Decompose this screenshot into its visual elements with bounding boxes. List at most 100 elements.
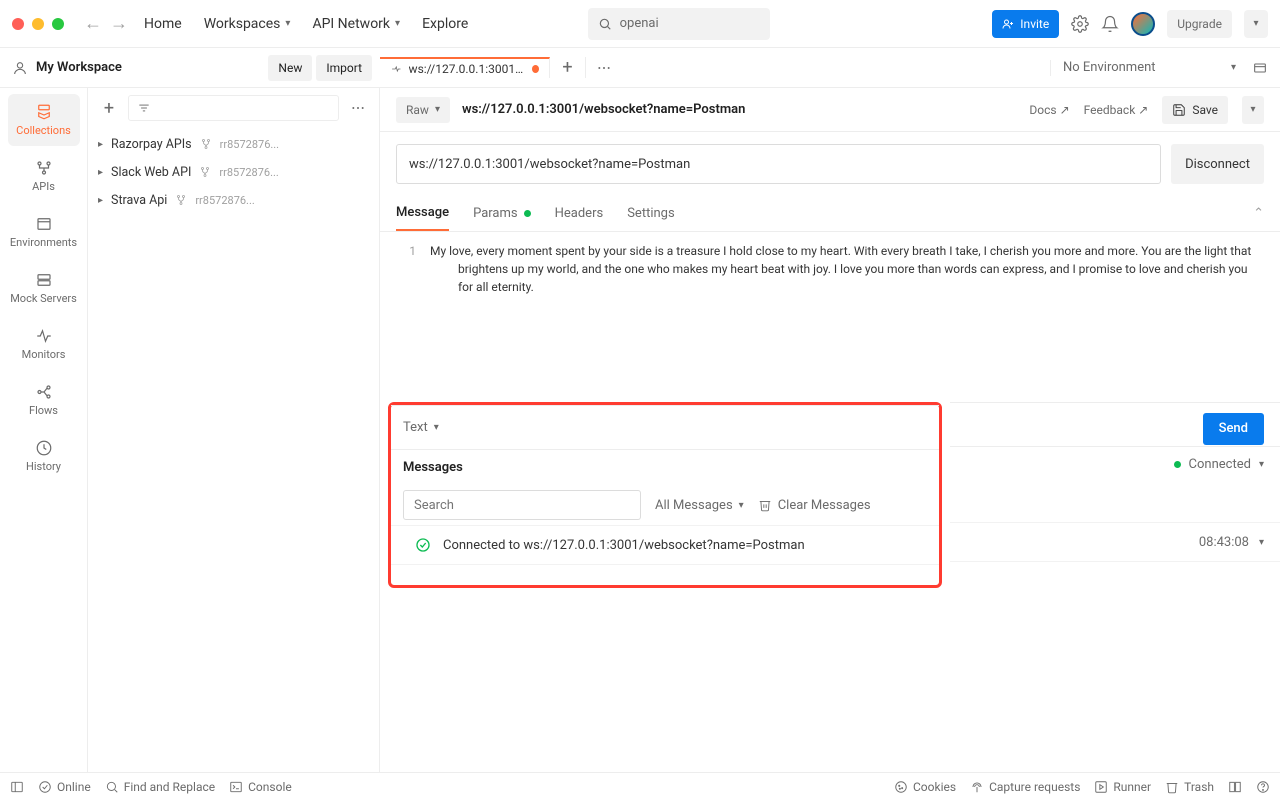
collections-options-button[interactable] — [345, 100, 371, 116]
fork-icon — [200, 138, 212, 150]
line-number: 1 — [396, 242, 426, 402]
sidebar-item-monitors[interactable]: Monitors — [0, 316, 87, 372]
invite-button[interactable]: Invite — [992, 10, 1059, 38]
environment-quicklook-icon[interactable] — [1252, 60, 1268, 76]
create-collection-button[interactable]: + — [96, 95, 122, 121]
new-button[interactable]: New — [268, 55, 312, 81]
filter-collections-input[interactable] — [128, 95, 339, 121]
global-search-input[interactable]: openai — [588, 8, 770, 40]
disconnect-button[interactable]: Disconnect — [1171, 144, 1264, 184]
messages-search-input[interactable] — [403, 490, 641, 520]
docs-link[interactable]: Docs ↗ — [1029, 103, 1069, 117]
tab-headers[interactable]: Headers — [555, 196, 604, 231]
history-icon — [35, 439, 53, 457]
upgrade-menu-button[interactable]: ▾ — [1244, 10, 1268, 38]
nav-home[interactable]: Home — [144, 16, 182, 32]
find-replace-button[interactable]: Find and Replace — [105, 780, 215, 794]
search-icon — [105, 780, 119, 794]
url-input[interactable] — [396, 144, 1161, 184]
chevron-down-icon[interactable]: ▾ — [1259, 537, 1264, 548]
save-button[interactable]: Save — [1162, 96, 1228, 124]
chevron-right-icon: ▸ — [98, 167, 103, 178]
environment-selector[interactable]: No Environment — [1063, 60, 1156, 75]
tab-message[interactable]: Message — [396, 196, 449, 231]
chevron-down-icon: ▾ — [395, 18, 400, 29]
chevron-down-icon: ▾ — [285, 18, 290, 29]
params-indicator-icon — [524, 210, 531, 217]
tab-settings[interactable]: Settings — [627, 196, 674, 231]
settings-icon[interactable] — [1071, 15, 1089, 33]
help-button[interactable] — [1256, 780, 1270, 794]
send-button[interactable]: Send — [1203, 413, 1264, 445]
save-menu-button[interactable]: ▾ — [1242, 96, 1264, 124]
online-status[interactable]: Online — [38, 780, 91, 794]
capture-requests-button[interactable]: Capture requests — [970, 780, 1080, 794]
maximize-window-icon[interactable] — [52, 18, 64, 30]
upgrade-button[interactable]: Upgrade — [1167, 10, 1232, 38]
cookies-button[interactable]: Cookies — [894, 780, 956, 794]
help-icon — [1256, 780, 1270, 794]
import-button[interactable]: Import — [316, 55, 372, 81]
collection-item[interactable]: ▸ Razorpay APIs rr8572876... — [88, 130, 379, 158]
feedback-link[interactable]: Feedback ↗ — [1084, 103, 1149, 117]
new-tab-button[interactable]: + — [550, 57, 586, 78]
nav-explore[interactable]: Explore — [422, 16, 468, 32]
sidebar-item-collections[interactable]: Collections — [0, 92, 87, 148]
tab-options-button[interactable] — [586, 57, 622, 78]
clear-messages-button[interactable]: Clear Messages — [758, 498, 871, 513]
sidebar-item-flows[interactable]: Flows — [0, 372, 87, 428]
trash-button[interactable]: Trash — [1165, 780, 1214, 794]
nav-back-icon[interactable]: ← — [84, 13, 102, 34]
messages-filter[interactable]: All Messages▾ — [655, 498, 744, 513]
nav-forward-icon[interactable]: → — [110, 13, 128, 34]
cookie-icon — [894, 780, 908, 794]
toggle-sidebar-button[interactable] — [10, 780, 24, 794]
request-tab[interactable]: ws://127.0.0.1:3001/wet — [380, 57, 550, 78]
message-editor[interactable]: 1 My love, every moment spent by your si… — [380, 232, 1280, 402]
chevron-down-icon: ▾ — [1231, 62, 1236, 73]
message-timestamp: 08:43:08 — [1199, 535, 1249, 550]
layout-toggle-button[interactable] — [1228, 780, 1242, 794]
message-log-row[interactable]: Connected to ws://127.0.0.1:3001/websock… — [391, 525, 939, 565]
notifications-icon[interactable] — [1101, 15, 1119, 33]
collection-item[interactable]: ▸ Slack Web API rr8572876... — [88, 158, 379, 186]
collection-item[interactable]: ▸ Strava Api rr8572876... — [88, 186, 379, 214]
sidebar-item-apis[interactable]: APIs — [0, 148, 87, 204]
panel-icon — [10, 780, 24, 794]
chevron-down-icon: ▾ — [435, 104, 440, 115]
more-icon — [350, 100, 366, 116]
collapse-pane-icon[interactable]: ⌃ — [1253, 206, 1264, 221]
chevron-down-icon: ▾ — [1250, 104, 1255, 115]
sidebar-item-mock-servers[interactable]: Mock Servers — [0, 260, 87, 316]
avatar[interactable] — [1131, 12, 1155, 36]
environments-icon — [35, 215, 53, 233]
sidebar-item-history[interactable]: History — [0, 428, 87, 484]
chevron-down-icon[interactable]: ▾ — [1259, 459, 1264, 470]
monitors-icon — [35, 327, 53, 345]
fork-icon — [199, 166, 211, 178]
save-icon — [1172, 103, 1186, 117]
workspace-name[interactable]: My Workspace — [12, 60, 122, 76]
more-icon — [596, 60, 612, 76]
flows-icon — [35, 383, 53, 401]
antenna-icon — [970, 780, 984, 794]
nav-api-network[interactable]: API Network▾ — [312, 16, 400, 32]
user-plus-icon — [1002, 18, 1014, 30]
minimize-window-icon[interactable] — [32, 18, 44, 30]
tab-params[interactable]: Params — [473, 196, 531, 231]
sidebar-item-environments[interactable]: Environments — [0, 204, 87, 260]
chevron-down-icon: ▾ — [739, 500, 744, 511]
fork-icon — [175, 194, 187, 206]
apis-icon — [35, 159, 53, 177]
runner-button[interactable]: Runner — [1094, 780, 1151, 794]
connected-indicator-icon — [1174, 461, 1181, 468]
success-icon — [415, 537, 431, 553]
filter-icon — [137, 101, 151, 115]
collections-icon — [35, 103, 53, 121]
chevron-down-icon: ▾ — [434, 422, 439, 433]
console-button[interactable]: Console — [229, 780, 292, 794]
close-window-icon[interactable] — [12, 18, 24, 30]
protocol-selector[interactable]: Raw▾ — [396, 97, 450, 123]
nav-workspaces[interactable]: Workspaces▾ — [204, 16, 291, 32]
message-format-selector[interactable]: Text▾ — [403, 420, 439, 435]
